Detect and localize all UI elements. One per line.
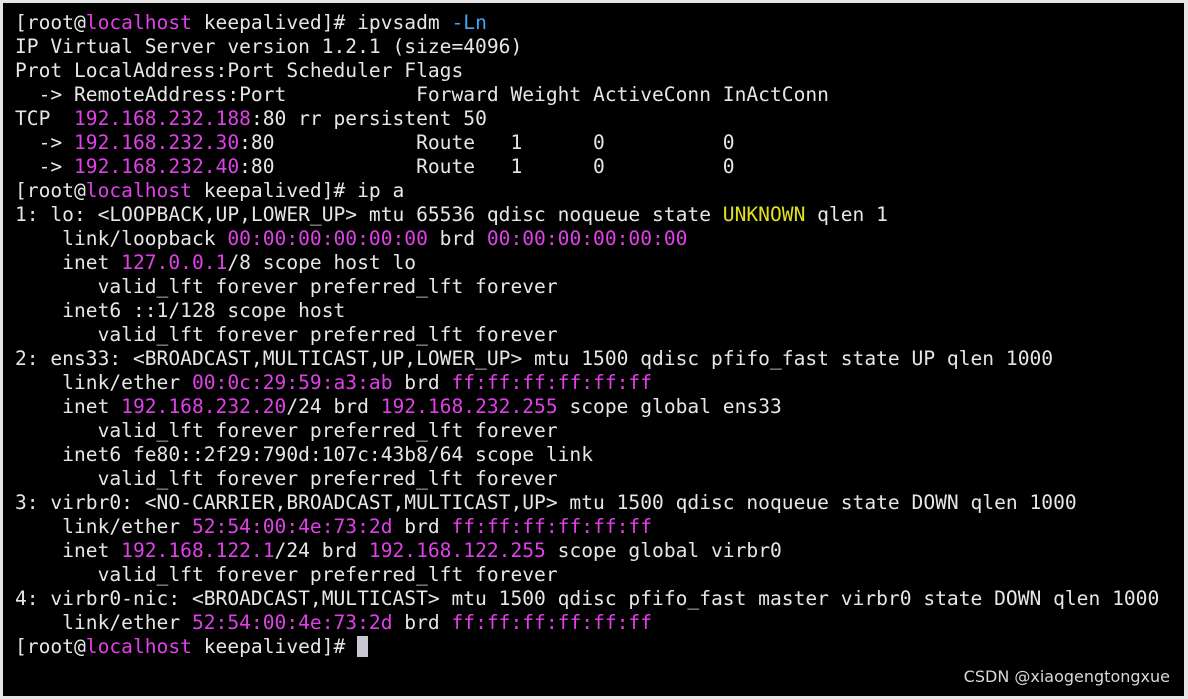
terminal-text: TCP	[15, 107, 74, 130]
terminal-text: qlen 1	[805, 203, 888, 226]
terminal-line: [root@localhost keepalived]# ip a	[15, 179, 1180, 203]
terminal-text: 00:00:00:00:00:00	[486, 227, 688, 250]
terminal-text: localhost	[85, 11, 192, 34]
terminal-line: -> RemoteAddress:Port Forward Weight Act…	[15, 83, 1180, 107]
terminal-text: ->	[15, 155, 74, 178]
terminal-line: valid_lft forever preferred_lft forever	[15, 419, 1180, 443]
terminal-text: inet6 ::1/128 scope host	[15, 299, 346, 322]
terminal-text: scope global virbr0	[545, 539, 782, 562]
terminal-text: ff:ff:ff:ff:ff:ff	[451, 515, 653, 538]
terminal-text: :80 Route 1 0 0	[239, 155, 735, 178]
terminal-text: localhost	[85, 635, 192, 658]
terminal-text: 52:54:00:4e:73:2d	[191, 515, 393, 538]
terminal-line: link/ether 52:54:00:4e:73:2d brd ff:ff:f…	[15, 611, 1180, 635]
terminal-text: IP Virtual Server version 1.2.1 (size=40…	[15, 35, 523, 58]
terminal-line: link/ether 52:54:00:4e:73:2d brd ff:ff:f…	[15, 515, 1180, 539]
terminal-text: 127.0.0.1	[121, 251, 228, 274]
terminal-text: valid_lft forever preferred_lft forever	[15, 467, 558, 490]
terminal-text: [root@	[15, 11, 86, 34]
terminal-text: Prot LocalAddress:Port Scheduler Flags	[15, 59, 464, 82]
terminal-line: valid_lft forever preferred_lft forever	[15, 563, 1180, 587]
terminal-text: 00:00:00:00:00:00	[227, 227, 428, 250]
terminal-line: 1: lo: <LOOPBACK,UP,LOWER_UP> mtu 65536 …	[15, 203, 1180, 227]
terminal-text: UNKNOWN	[722, 203, 806, 226]
terminal-line: 4: virbr0-nic: <BROADCAST,MULTICAST> mtu…	[15, 587, 1180, 611]
terminal-text: scope global ens33	[557, 395, 782, 418]
terminal-line: inet 192.168.122.1/24 brd 192.168.122.25…	[15, 539, 1180, 563]
terminal-line: link/loopback 00:00:00:00:00:00 brd 00:0…	[15, 227, 1180, 251]
terminal-line: Prot LocalAddress:Port Scheduler Flags	[15, 59, 1180, 83]
terminal-text: inet6 fe80::2f29:790d:107c:43b8/64 scope…	[15, 443, 594, 466]
terminal-text: valid_lft forever preferred_lft forever	[15, 323, 558, 346]
terminal-text: ff:ff:ff:ff:ff:ff	[451, 371, 653, 394]
terminal-text: 192.168.232.20	[121, 395, 287, 418]
terminal-text: /24 brd	[274, 539, 369, 562]
terminal-text: link/ether	[15, 515, 192, 538]
terminal-output[interactable]: [root@localhost keepalived]# ipvsadm -Ln…	[15, 11, 1180, 659]
terminal-text: localhost	[85, 179, 192, 202]
terminal-text: 00:0c:29:59:a3:ab	[191, 371, 393, 394]
terminal-line: valid_lft forever preferred_lft forever	[15, 323, 1180, 347]
terminal-text: -Ln	[451, 11, 487, 34]
terminal-text: 192.168.232.40	[73, 155, 240, 178]
terminal-text: -> RemoteAddress:Port Forward Weight Act…	[15, 83, 829, 106]
terminal-text: keepalived]# ip a	[191, 179, 405, 202]
terminal-text: 4: virbr0-nic: <BROADCAST,MULTICAST> mtu…	[15, 587, 1160, 610]
terminal-text: link/loopback	[15, 227, 228, 250]
terminal-text: ff:ff:ff:ff:ff:ff	[451, 611, 653, 634]
terminal-text: /8 scope host lo	[227, 251, 417, 274]
terminal-text: link/ether	[15, 371, 192, 394]
terminal-line: link/ether 00:0c:29:59:a3:ab brd ff:ff:f…	[15, 371, 1180, 395]
terminal-line: [root@localhost keepalived]#	[15, 635, 1180, 659]
terminal-text: 3: virbr0: <NO-CARRIER,BROADCAST,MULTICA…	[15, 491, 1077, 514]
terminal-line: valid_lft forever preferred_lft forever	[15, 467, 1180, 491]
terminal-text: brd	[427, 227, 487, 250]
terminal-text: 192.168.232.255	[380, 395, 558, 418]
terminal-line: 3: virbr0: <NO-CARRIER,BROADCAST,MULTICA…	[15, 491, 1180, 515]
terminal-text: 52:54:00:4e:73:2d	[191, 611, 393, 634]
terminal-text: keepalived]# ipvsadm	[191, 11, 452, 34]
terminal-text: keepalived]#	[191, 635, 358, 658]
terminal-line: inet 127.0.0.1/8 scope host lo	[15, 251, 1180, 275]
terminal-text: 192.168.122.255	[368, 539, 546, 562]
terminal-line: -> 192.168.232.40:80 Route 1 0 0	[15, 155, 1180, 179]
terminal-line: -> 192.168.232.30:80 Route 1 0 0	[15, 131, 1180, 155]
terminal-text: ->	[15, 131, 74, 154]
terminal-text: 192.168.232.30	[73, 131, 240, 154]
terminal-window: [root@localhost keepalived]# ipvsadm -Ln…	[0, 0, 1188, 699]
terminal-text: [root@	[15, 635, 86, 658]
terminal-text: link/ether	[15, 611, 192, 634]
terminal-text: :80 rr persistent 50	[250, 107, 487, 130]
terminal-text: 192.168.232.188	[73, 107, 251, 130]
terminal-line: IP Virtual Server version 1.2.1 (size=40…	[15, 35, 1180, 59]
watermark: CSDN @xiaogengtongxue	[963, 667, 1170, 686]
terminal-text: [root@	[15, 179, 86, 202]
terminal-text: 2: ens33: <BROADCAST,MULTICAST,UP,LOWER_…	[15, 347, 1054, 370]
terminal-line: valid_lft forever preferred_lft forever	[15, 275, 1180, 299]
terminal-text: inet	[15, 251, 122, 274]
terminal-text: 1: lo: <LOOPBACK,UP,LOWER_UP> mtu 65536 …	[15, 203, 723, 226]
terminal-text: brd	[392, 371, 452, 394]
terminal-text: /24 brd	[286, 395, 381, 418]
terminal-line: inet6 fe80::2f29:790d:107c:43b8/64 scope…	[15, 443, 1180, 467]
terminal-cursor	[357, 636, 369, 657]
terminal-text: inet	[15, 539, 122, 562]
terminal-line: inet6 ::1/128 scope host	[15, 299, 1180, 323]
terminal-line: TCP 192.168.232.188:80 rr persistent 50	[15, 107, 1180, 131]
terminal-line: [root@localhost keepalived]# ipvsadm -Ln	[15, 11, 1180, 35]
terminal-text: valid_lft forever preferred_lft forever	[15, 563, 558, 586]
terminal-text: brd	[392, 515, 452, 538]
terminal-text: :80 Route 1 0 0	[239, 131, 735, 154]
terminal-text: inet	[15, 395, 122, 418]
terminal-text: valid_lft forever preferred_lft forever	[15, 275, 558, 298]
terminal-line: inet 192.168.232.20/24 brd 192.168.232.2…	[15, 395, 1180, 419]
terminal-text: valid_lft forever preferred_lft forever	[15, 419, 558, 442]
terminal-text: brd	[392, 611, 452, 634]
terminal-text: 192.168.122.1	[121, 539, 275, 562]
terminal-line: 2: ens33: <BROADCAST,MULTICAST,UP,LOWER_…	[15, 347, 1180, 371]
